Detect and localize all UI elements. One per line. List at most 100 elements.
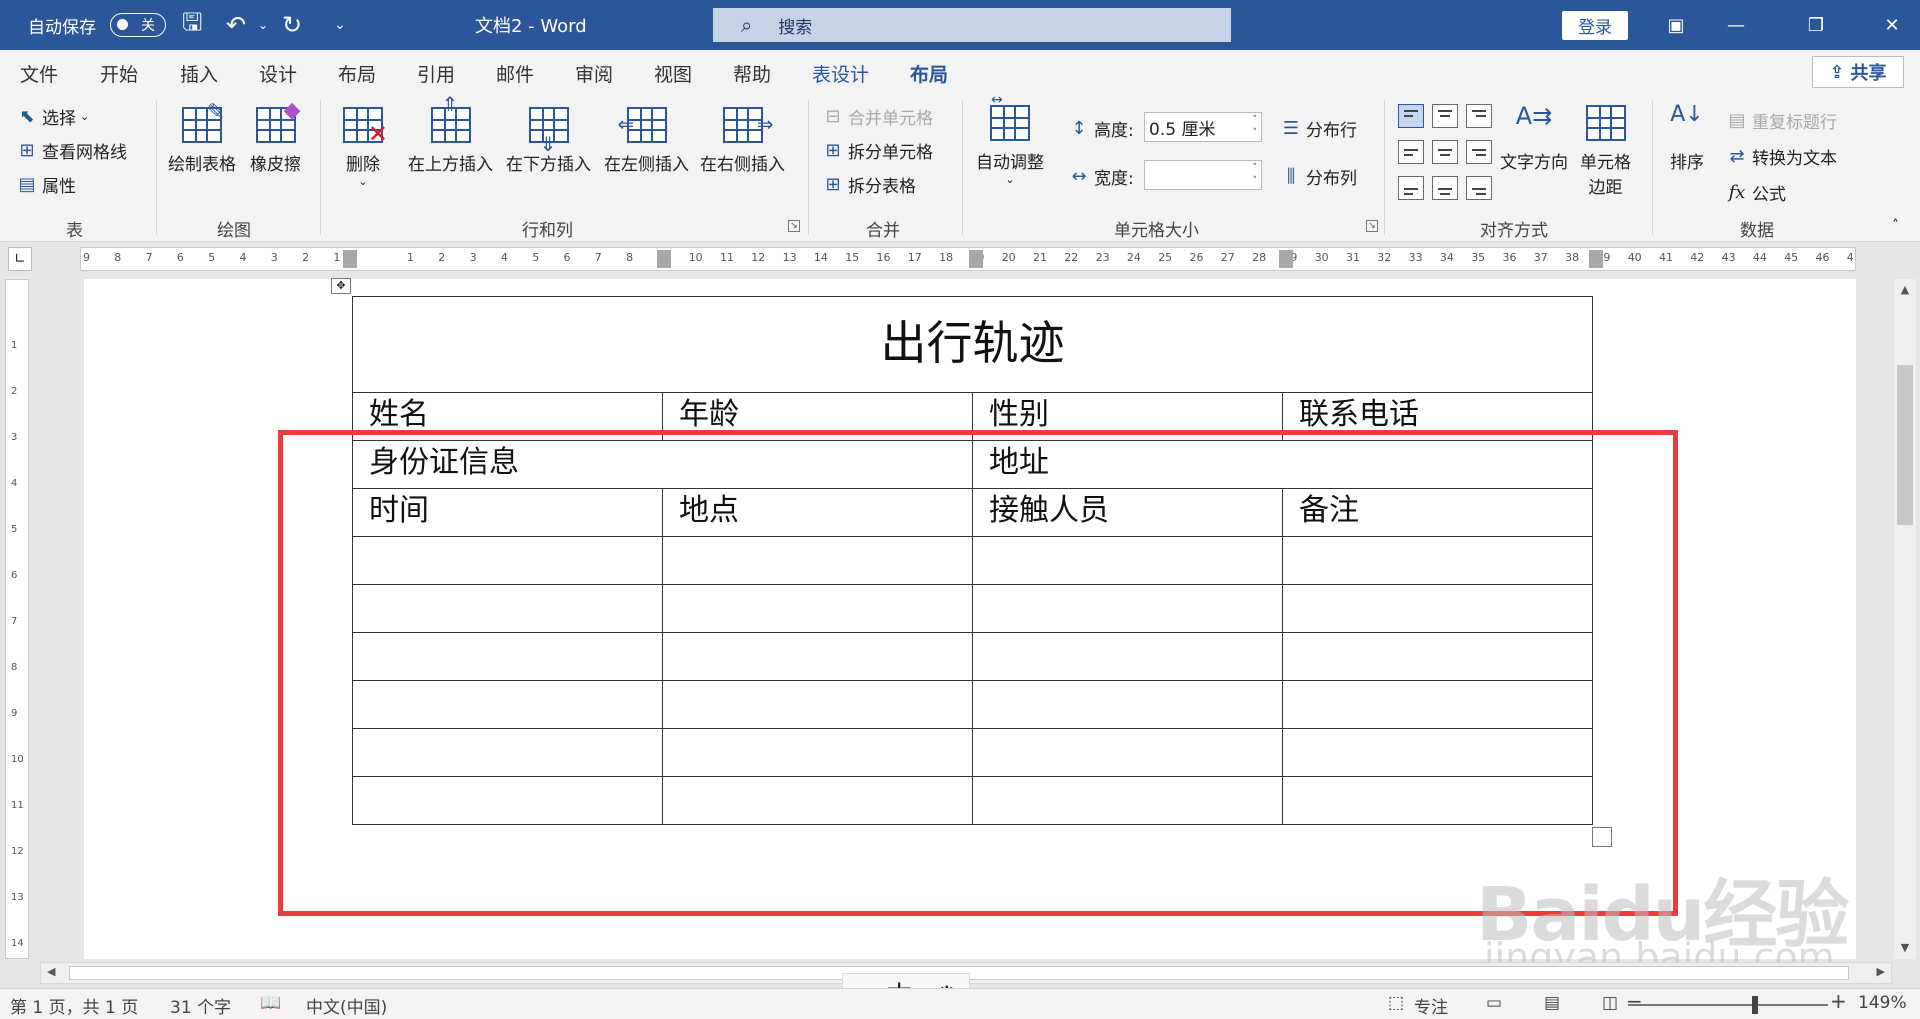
- read-mode-icon[interactable]: ▭: [1486, 993, 1502, 1013]
- col-width-input[interactable]: ˄ ˅: [1144, 160, 1262, 190]
- language-indicator[interactable]: 中文(中国): [306, 993, 387, 1018]
- align-top-center-button[interactable]: [1432, 104, 1458, 128]
- ruler-column-marker[interactable]: [1279, 250, 1293, 268]
- autofit-button[interactable]: ↔ 自动调整 ⌄: [976, 92, 1044, 186]
- align-middle-left-button[interactable]: [1398, 140, 1424, 164]
- redo-icon[interactable]: ↻: [282, 0, 302, 50]
- distribute-rows-button[interactable]: ☰ 分布行: [1280, 116, 1357, 141]
- align-bottom-right-button[interactable]: [1466, 176, 1492, 200]
- align-bottom-center-button[interactable]: [1432, 176, 1458, 200]
- vertical-scrollbar[interactable]: ▲ ▼: [1894, 279, 1916, 959]
- ribbon-display-icon[interactable]: ▣: [1646, 0, 1706, 50]
- horizontal-ruler[interactable]: 9876543211234567891011121314151617181920…: [80, 247, 1856, 271]
- repeat-header-rows-button[interactable]: ▤ 重复标题行: [1726, 108, 1837, 133]
- cell-margins-button[interactable]: 单元格 边距: [1580, 102, 1631, 198]
- text-direction-button[interactable]: A⇉ 文字方向: [1500, 102, 1568, 173]
- ruler-indent-marker[interactable]: [657, 250, 671, 268]
- tab-file[interactable]: 文件: [20, 60, 58, 87]
- view-gridlines-button[interactable]: ⊞ 查看网格线: [16, 138, 127, 163]
- tab-table-design[interactable]: 表设计: [812, 60, 869, 87]
- eraser-button[interactable]: ◆ 橡皮擦: [250, 98, 301, 175]
- distribute-cols-label: 分布列: [1306, 169, 1357, 189]
- insert-left-button[interactable]: ⇐ 在左侧插入: [604, 104, 689, 175]
- zoom-slider-thumb[interactable]: [1752, 996, 1758, 1014]
- ruler-column-marker[interactable]: [969, 250, 983, 268]
- split-table-button[interactable]: ⊞ 拆分表格: [822, 172, 916, 197]
- scroll-up-icon[interactable]: ▲: [1894, 279, 1916, 301]
- zoom-in-icon[interactable]: +: [1830, 989, 1847, 1013]
- align-middle-right-button[interactable]: [1466, 140, 1492, 164]
- properties-button[interactable]: ▤ 属性: [16, 172, 76, 197]
- scroll-down-icon[interactable]: ▼: [1894, 937, 1916, 959]
- tab-selector-icon[interactable]: ∟: [8, 247, 32, 271]
- zoom-out-icon[interactable]: −: [1626, 989, 1643, 1013]
- sort-button[interactable]: A↓ 排序: [1664, 102, 1710, 173]
- toggle-knob: [117, 19, 128, 30]
- select-button[interactable]: ⬉ 选择 ⌄: [16, 104, 89, 129]
- sort-label: 排序: [1670, 153, 1704, 173]
- tab-view[interactable]: 视图: [654, 60, 692, 87]
- scroll-right-icon[interactable]: ▶: [1877, 965, 1885, 978]
- tab-help[interactable]: 帮助: [733, 60, 771, 87]
- tab-design[interactable]: 设计: [259, 60, 297, 87]
- insert-above-button[interactable]: ⇑ 在上方插入: [408, 92, 493, 175]
- align-top-right-button[interactable]: [1466, 104, 1492, 128]
- scroll-thumb[interactable]: [1897, 365, 1913, 525]
- insert-right-button[interactable]: ⇒ 在右侧插入: [700, 104, 785, 175]
- table-move-handle-icon[interactable]: ✥: [331, 278, 351, 294]
- scroll-left-icon[interactable]: ◀: [47, 965, 55, 978]
- restore-icon[interactable]: ❐: [1786, 0, 1846, 50]
- page-count[interactable]: 第 1 页，共 1 页: [10, 993, 138, 1018]
- ruler-number: 8: [11, 662, 18, 673]
- web-layout-icon[interactable]: ◫: [1602, 993, 1618, 1013]
- tab-layout[interactable]: 布局: [338, 60, 376, 87]
- delete-button[interactable]: ✕ 删除 ⌄: [340, 104, 388, 188]
- dialog-launcher-icon[interactable]: ↘: [788, 220, 800, 232]
- minimize-icon[interactable]: —: [1706, 0, 1766, 50]
- spinner-arrows-icon[interactable]: ˄ ˅: [1253, 114, 1258, 140]
- tab-references[interactable]: 引用: [417, 60, 455, 87]
- share-button[interactable]: ⇪ 共享: [1812, 56, 1904, 88]
- insert-below-button[interactable]: ⇓ 在下方插入: [506, 104, 591, 175]
- tab-table-layout[interactable]: 布局: [907, 60, 951, 97]
- customize-qat-icon[interactable]: ⌄: [334, 0, 346, 50]
- table-title[interactable]: 出行轨迹: [352, 296, 1593, 393]
- draw-table-button[interactable]: ✎ 绘制表格: [168, 100, 236, 175]
- align-middle-center-button[interactable]: [1432, 140, 1458, 164]
- focus-icon[interactable]: ⬚: [1388, 993, 1404, 1013]
- align-bottom-left-button[interactable]: [1398, 176, 1424, 200]
- ruler-number: 13: [11, 892, 24, 903]
- tab-review[interactable]: 审阅: [575, 60, 613, 87]
- ruler-number: 38: [1565, 251, 1580, 264]
- split-cells-button[interactable]: ⊞ 拆分单元格: [822, 138, 933, 163]
- dialog-launcher-icon[interactable]: ↘: [1366, 220, 1378, 232]
- formula-button[interactable]: fx 公式: [1726, 180, 1786, 205]
- align-top-left-button[interactable]: [1398, 104, 1424, 128]
- zoom-level[interactable]: 149%: [1858, 993, 1907, 1013]
- undo-icon[interactable]: ↶: [226, 0, 246, 50]
- close-icon[interactable]: ✕: [1862, 0, 1920, 50]
- ruler-left-margin[interactable]: [343, 250, 357, 268]
- login-button[interactable]: 登录: [1562, 11, 1628, 40]
- focus-mode-button[interactable]: 专注: [1414, 993, 1448, 1018]
- tab-insert[interactable]: 插入: [180, 60, 218, 87]
- save-icon[interactable]: 🖫: [182, 0, 202, 50]
- ruler-number: 3: [11, 432, 18, 443]
- zoom-slider-track[interactable]: [1628, 1004, 1828, 1006]
- tab-home[interactable]: 开始: [100, 60, 138, 87]
- tab-mailings[interactable]: 邮件: [496, 60, 534, 87]
- word-count[interactable]: 31 个字: [170, 993, 231, 1018]
- distribute-cols-button[interactable]: ⫼ 分布列: [1280, 164, 1357, 189]
- proofing-icon[interactable]: 📖: [260, 993, 281, 1013]
- vertical-ruler[interactable]: 1 2 3 4 5 6 7 8 9 10 11 12 13 14: [5, 279, 29, 959]
- spinner-arrows-icon[interactable]: ˄ ˅: [1253, 162, 1258, 188]
- print-layout-icon[interactable]: ▤: [1544, 993, 1560, 1013]
- merge-cells-button[interactable]: ⊟ 合并单元格: [822, 104, 933, 129]
- undo-dropdown-icon[interactable]: ⌄: [258, 0, 268, 50]
- convert-to-text-button[interactable]: ⇄ 转换为文本: [1726, 144, 1837, 169]
- ruler-right-margin[interactable]: [1589, 250, 1603, 268]
- search-box[interactable]: ⌕ 搜索: [713, 8, 1231, 42]
- autosave-toggle[interactable]: 关: [110, 13, 166, 37]
- collapse-ribbon-icon[interactable]: ˄: [1892, 218, 1899, 234]
- row-height-input[interactable]: 0.5 厘米 ˄ ˅: [1144, 112, 1262, 142]
